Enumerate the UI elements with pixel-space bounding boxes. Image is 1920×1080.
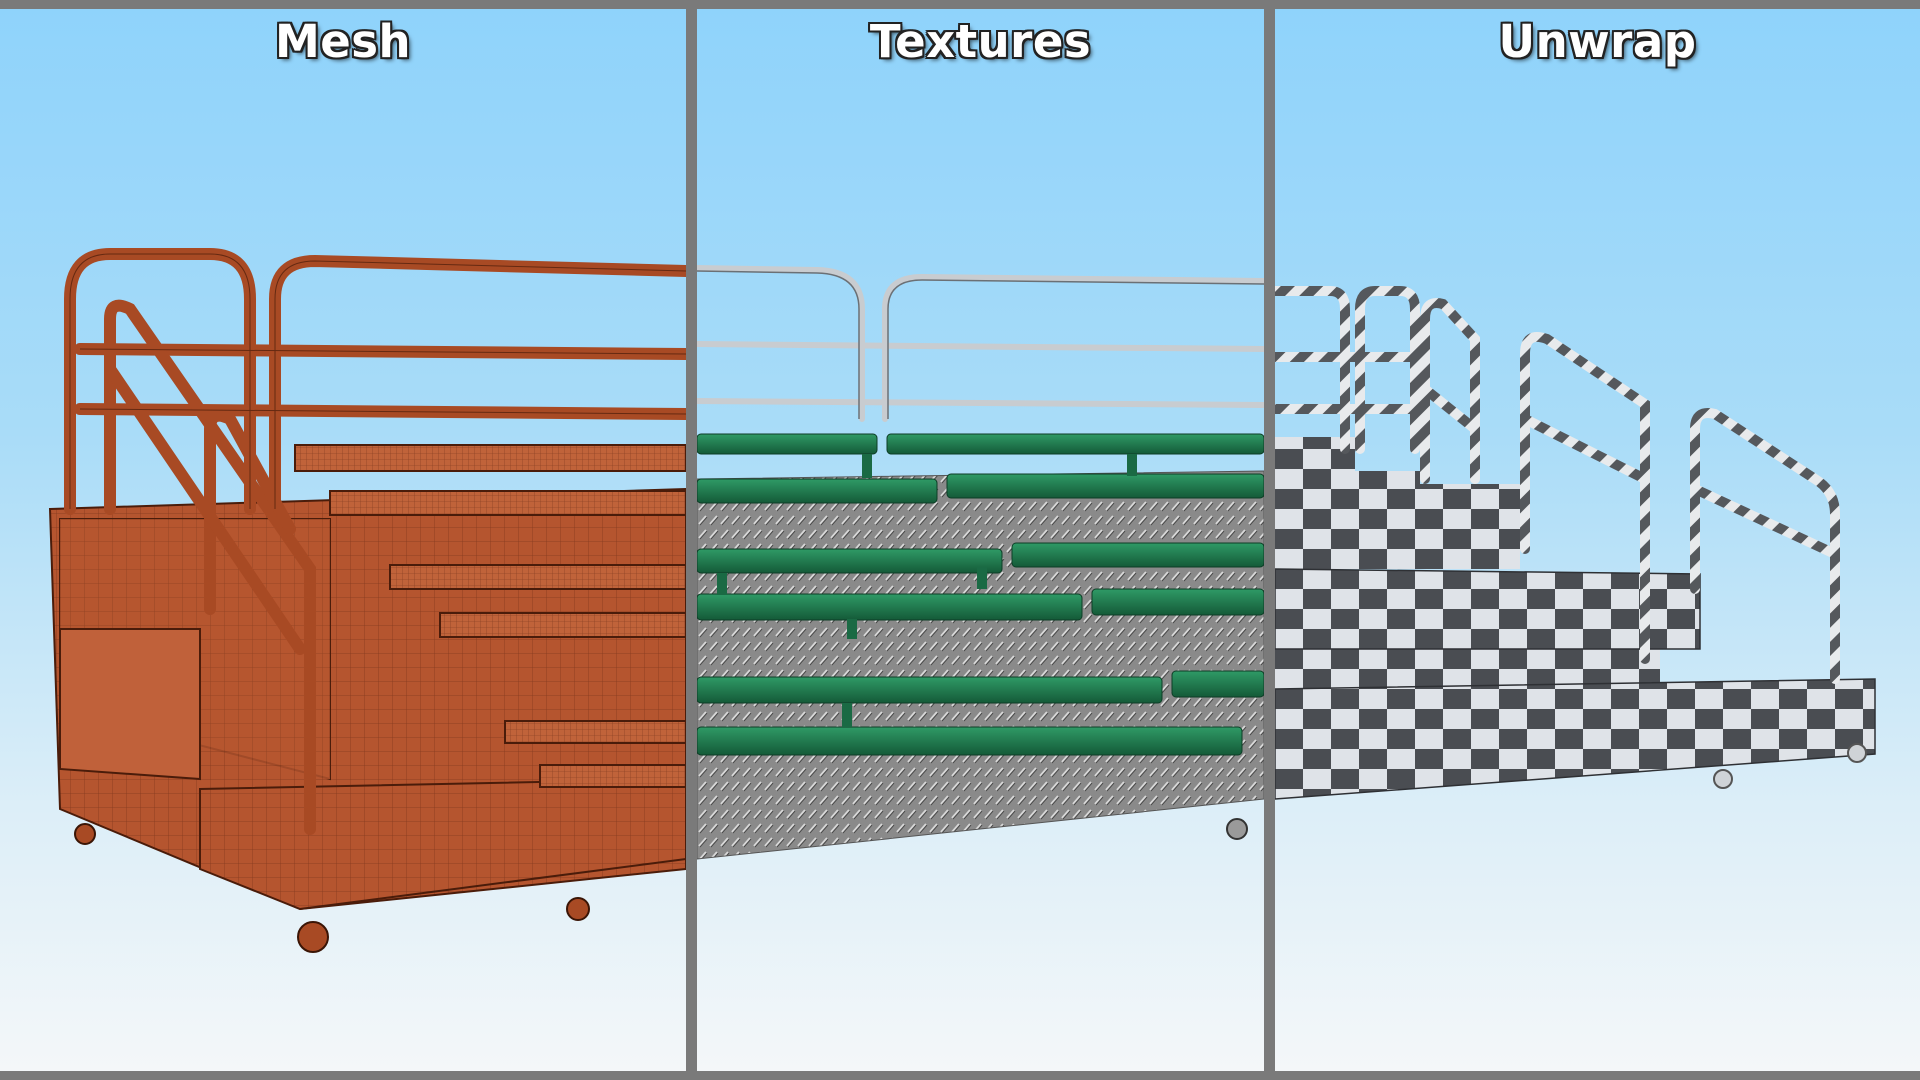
- uv-checker-bleacher-render: [1275, 286, 1876, 800]
- textures-panel: Textures: [697, 9, 1264, 1071]
- unwrap-panel: Unwrap: [1275, 9, 1920, 1071]
- mesh-bleacher-render: [48, 248, 686, 953]
- textured-bleacher-render: [697, 265, 1264, 860]
- mesh-panel: Mesh: [0, 9, 686, 1071]
